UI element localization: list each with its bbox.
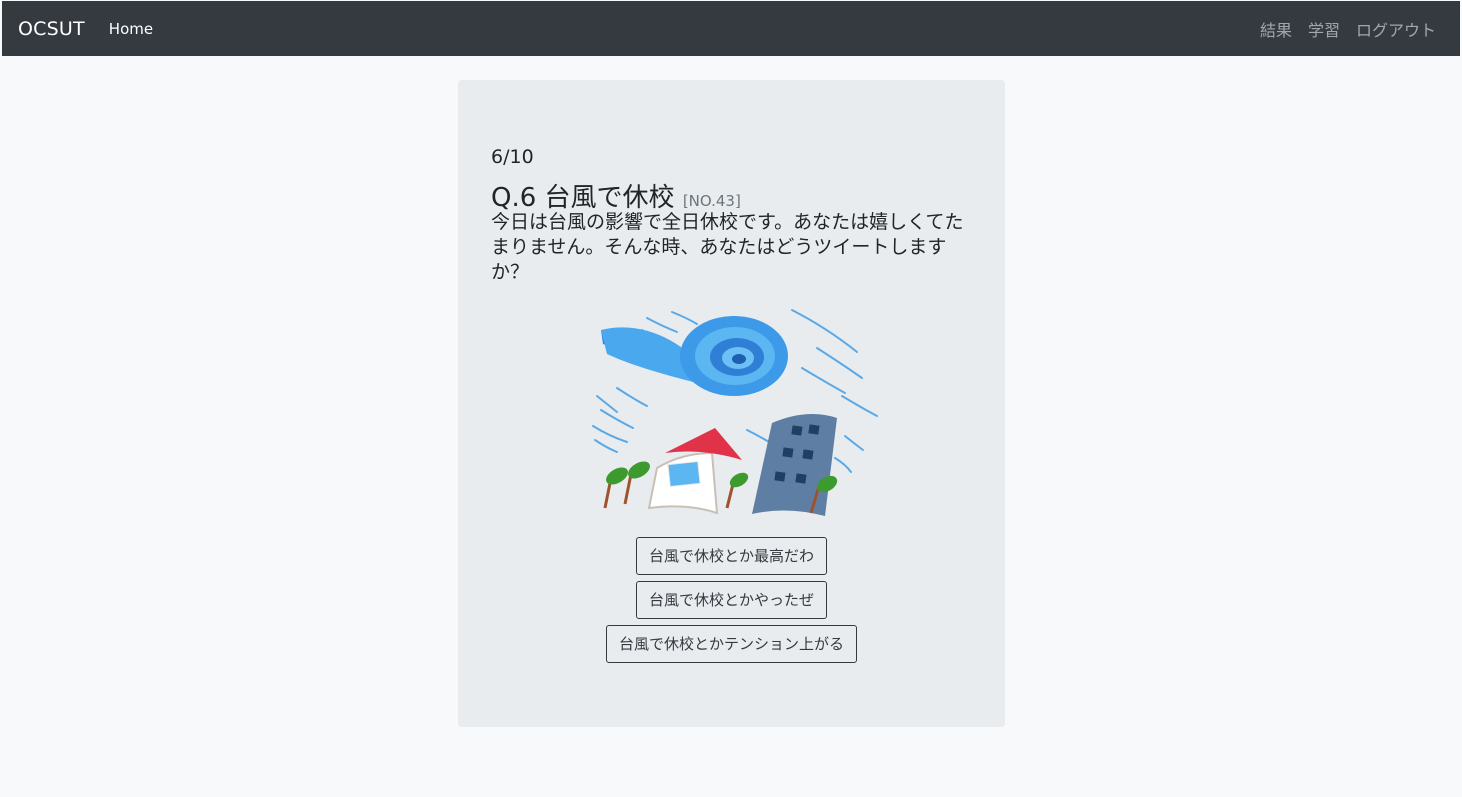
answer-button-2[interactable]: 台風で休校とかやったぜ: [635, 581, 827, 619]
question-title-text: Q.6 台風で休校: [491, 183, 675, 213]
nav-results-link[interactable]: 結果: [1260, 17, 1292, 41]
top-navbar: OCSUT Home 結果 学習 ログアウト: [2, 1, 1460, 56]
brand-link[interactable]: OCSUT: [18, 18, 85, 40]
question-number: [NO.43]: [682, 192, 741, 210]
nav-logout-link[interactable]: ログアウト: [1356, 17, 1436, 41]
question-progress: 6/10: [491, 146, 534, 168]
answer-button-1[interactable]: 台風で休校とか最高だわ: [635, 537, 827, 575]
nav-right-links: 結果 学習 ログアウト: [1260, 17, 1436, 41]
question-title: Q.6 台風で休校 [NO.43]: [491, 177, 741, 214]
nav-study-link[interactable]: 学習: [1308, 17, 1340, 41]
answer-button-3[interactable]: 台風で休校とかテンション上がる: [605, 625, 857, 663]
question-card: 6/10 Q.6 台風で休校 [NO.43] 今日は台風の影響で全日休校です。あ…: [458, 80, 1005, 727]
typhoon-illustration: [592, 309, 878, 516]
nav-home-link[interactable]: Home: [109, 20, 153, 38]
answer-options: 台風で休校とか最高だわ 台風で休校とかやったぜ 台風で休校とかテンション上がる: [458, 537, 1005, 663]
question-text: 今日は台風の影響で全日休校です。あなたは嬉しくてたまりません。そんな時、あなたは…: [491, 211, 964, 283]
